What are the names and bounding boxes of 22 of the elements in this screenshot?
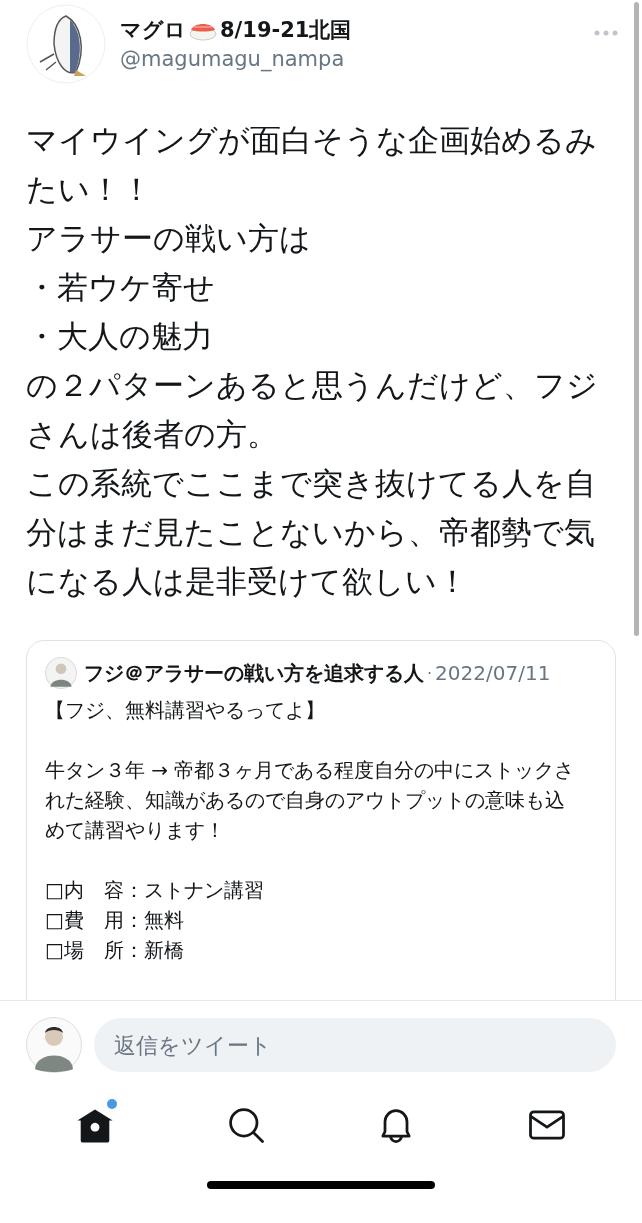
avatar-icon <box>45 657 77 689</box>
reply-field[interactable]: 返信をツイート <box>94 1018 616 1072</box>
quoted-text: 牛タン３年 → 帝都３ヶ月である程度自分の中にストックされた経験、知識があるので自身のアウトプットの意味も込めて講習やります！ <box>45 757 576 844</box>
avatar-icon <box>26 1017 82 1073</box>
separator-dot: · <box>427 663 433 683</box>
display-name: 8/19-21北国 <box>220 17 352 44</box>
tweet-text: ・若ウケ寄せ <box>26 268 216 307</box>
notification-dot <box>107 1099 118 1109</box>
quoted-text: □場 所：新橋 <box>45 937 185 964</box>
quoted-text: □費 用：無料 <box>45 907 185 934</box>
user-handle: @magumagu_nampa <box>120 46 346 74</box>
tweet-text: この系統でここまで突き抜けてる人を自分はまだ見たことないから、帝都勢で気になる人は是非受けて欲しい！ <box>26 464 597 601</box>
quoted-text: □内 容：ストナン講習 <box>45 877 265 904</box>
quoted-tweet[interactable]: フジ＠アラサーの戦い方を追求する人·2022/07/11 【フジ、無料講習やるってよ】 牛タン３年 → 帝都３ヶ月である程度自分の中にストックされた経験、知識があるので自身のアウトプットの意味も込めて講習やります！ □内 容：ストナン講習 □費 用：無料 □場 所：新橋 <box>26 640 616 1000</box>
display-name: マグロ <box>120 17 186 44</box>
quoted-date: 2022/07/11 <box>435 661 551 685</box>
tweet-text: の２パターンあると思うんだけど、フジさんは後者の方。 <box>26 366 599 454</box>
quoted-author-name: フジ＠アラサーの戦い方を追求する人 <box>84 659 424 687</box>
tweet-text: マイウイングが面白そうな企画始めるみたい！！ <box>26 121 598 209</box>
quoted-text: 【フジ、無料講習やるってよ】 <box>45 697 326 724</box>
tweet-text: アラサーの戦い方は <box>26 219 312 258</box>
tweet-text: ・大人の魅力 <box>26 317 214 356</box>
